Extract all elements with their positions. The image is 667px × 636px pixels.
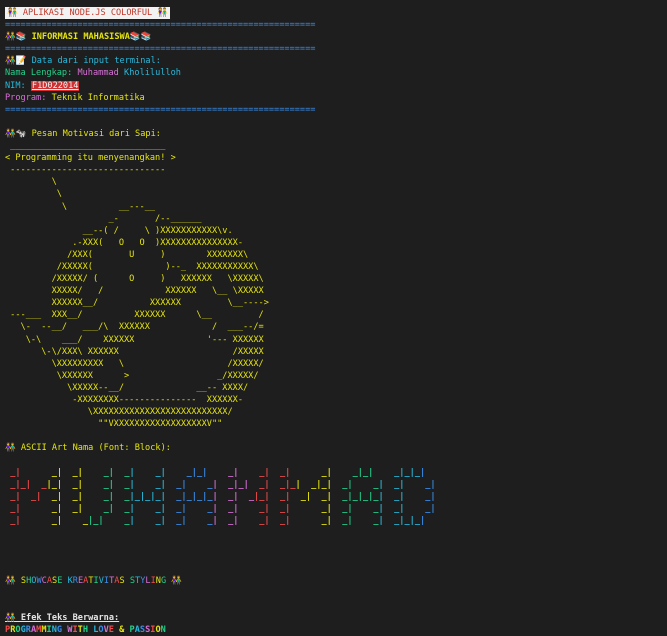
ascii-art-line: _| _| _|_| _| _| _| _| _| _| _| _| _| _|… bbox=[10, 515, 426, 526]
program-row: Program: Teknik Informatika bbox=[5, 92, 665, 104]
cow-line: \ bbox=[5, 189, 62, 200]
cow-line: .-XXX( O O )XXXXXXXXXXXXXXX- bbox=[5, 237, 243, 248]
cow-line: _- /--______ bbox=[5, 213, 202, 224]
cow-line: \ __---__ bbox=[5, 201, 156, 212]
cow-line: XXXXXX__/ XXXXXX \__----> bbox=[5, 298, 269, 309]
separator: ========================================… bbox=[5, 104, 316, 115]
effect-label: 👫 Efek Teks Berwarna: bbox=[5, 612, 120, 623]
cow-line: /XXX( U ) XXXXXXX\ bbox=[5, 249, 249, 260]
cow-line: < Programming itu menyenangkan! > bbox=[5, 153, 176, 164]
ascii-art-line: _| _| _| _| _| _|_|_|_| _|_|_|_| _| _|_|… bbox=[10, 491, 436, 502]
ascii-label-text: 👫 ASCII Art Nama (Font: Block): bbox=[5, 443, 171, 454]
cow-line: -XXXXXXXX--------------- XXXXXX- bbox=[5, 395, 243, 405]
ascii-art-name: _| _| _| _| _| _| _|_| _| _| _| _| _|_| … bbox=[5, 467, 665, 527]
separator: ========================================… bbox=[5, 44, 316, 55]
cow-line: ---___ XXX__/ XXXXXX \__ / bbox=[5, 310, 264, 321]
cow-line: /XXXXX/ ( O ) XXXXXX \XXXXX\ bbox=[5, 274, 264, 285]
ascii-label: 👫 ASCII Art Nama (Font: Block): bbox=[5, 442, 665, 454]
cow-line: \- --__/ ___/\ XXXXXX / ___--/= bbox=[5, 322, 264, 333]
name-row: Nama Lengkap: Muhammad Kholilulloh bbox=[5, 67, 665, 79]
ascii-art-line: _| _| _| _| _| _| _| _| _| _| _| _| _| _… bbox=[10, 503, 436, 514]
nim-row: NIM: F1D022014 bbox=[5, 80, 665, 92]
cow-line: XXXXX/ / XXXXXX \__ \XXXXX bbox=[5, 286, 264, 297]
info-title: 👫📚 INFORMASI MAHASISWA📚📚 bbox=[5, 32, 152, 43]
program-value: Teknik Informatika bbox=[51, 92, 145, 103]
motivation-label: 👫🐄 Pesan Motivasi dari Sapi: bbox=[5, 128, 161, 139]
cow-line: \XXXXXX > _/XXXXX/ bbox=[5, 370, 259, 381]
cow-line: ______________________________ bbox=[5, 141, 166, 152]
ascii-art-line: _| _| _| _| _| _| _|_| _| _| _| _| _|_| … bbox=[10, 467, 426, 478]
cow-line: \ bbox=[5, 177, 57, 188]
cow-line: ------------------------------ bbox=[5, 165, 166, 176]
showcase-title: 👫 SHOWCASE KREATIVITAS STYLING 👫 bbox=[5, 576, 183, 587]
ascii-art-line: _|_| _|_| _| _| _| _| _| _| _|_| _| _|_|… bbox=[10, 479, 436, 490]
cow-line: __--( / \ )XXXXXXXXXXX\v. bbox=[5, 225, 233, 236]
program-label: Program: bbox=[5, 92, 47, 103]
app-header-line: 👫 APLIKASI NODE.JS COLORFUL 👫 bbox=[5, 7, 665, 20]
input-label: 👫📝 Data dari input terminal: bbox=[5, 56, 161, 67]
cow-line: \XXXXXXXXXXXXXXXXXXXXXXXXXX/ bbox=[5, 407, 233, 418]
first-name: Muhammad bbox=[77, 68, 119, 79]
nim-value: F1D022014 bbox=[30, 80, 80, 91]
last-name: Kholilulloh bbox=[124, 68, 181, 79]
cow-line: /XXXXX( )--_ XXXXXXXXXXX\ bbox=[5, 261, 259, 272]
terminal-output: 👫 APLIKASI NODE.JS COLORFUL 👫 ==========… bbox=[5, 7, 665, 636]
app-header: 👫 APLIKASI NODE.JS COLORFUL 👫 bbox=[5, 7, 171, 20]
nim-label: NIM: bbox=[5, 80, 26, 91]
rainbow-text: PROGRAMMING WITH LOVE & PASSION bbox=[5, 624, 166, 635]
cow-line: \XXXXXXXXX \ /XXXXX/ bbox=[5, 358, 264, 369]
cow-line: \-\ ___/ XXXXXX '--- XXXXXX bbox=[5, 334, 264, 345]
name-label: Nama Lengkap: bbox=[5, 68, 73, 79]
separator: ========================================… bbox=[5, 20, 316, 31]
cow-line: \-\/XXX\ XXXXXX /XXXXX bbox=[5, 346, 264, 357]
cowsay-art: ______________________________ < Programm… bbox=[5, 140, 665, 430]
cow-line: ""VXXXXXXXXXXXXXXXXXXV"" bbox=[5, 419, 223, 430]
cow-line: \XXXXX--__/ __-- XXXX/ bbox=[5, 382, 249, 393]
